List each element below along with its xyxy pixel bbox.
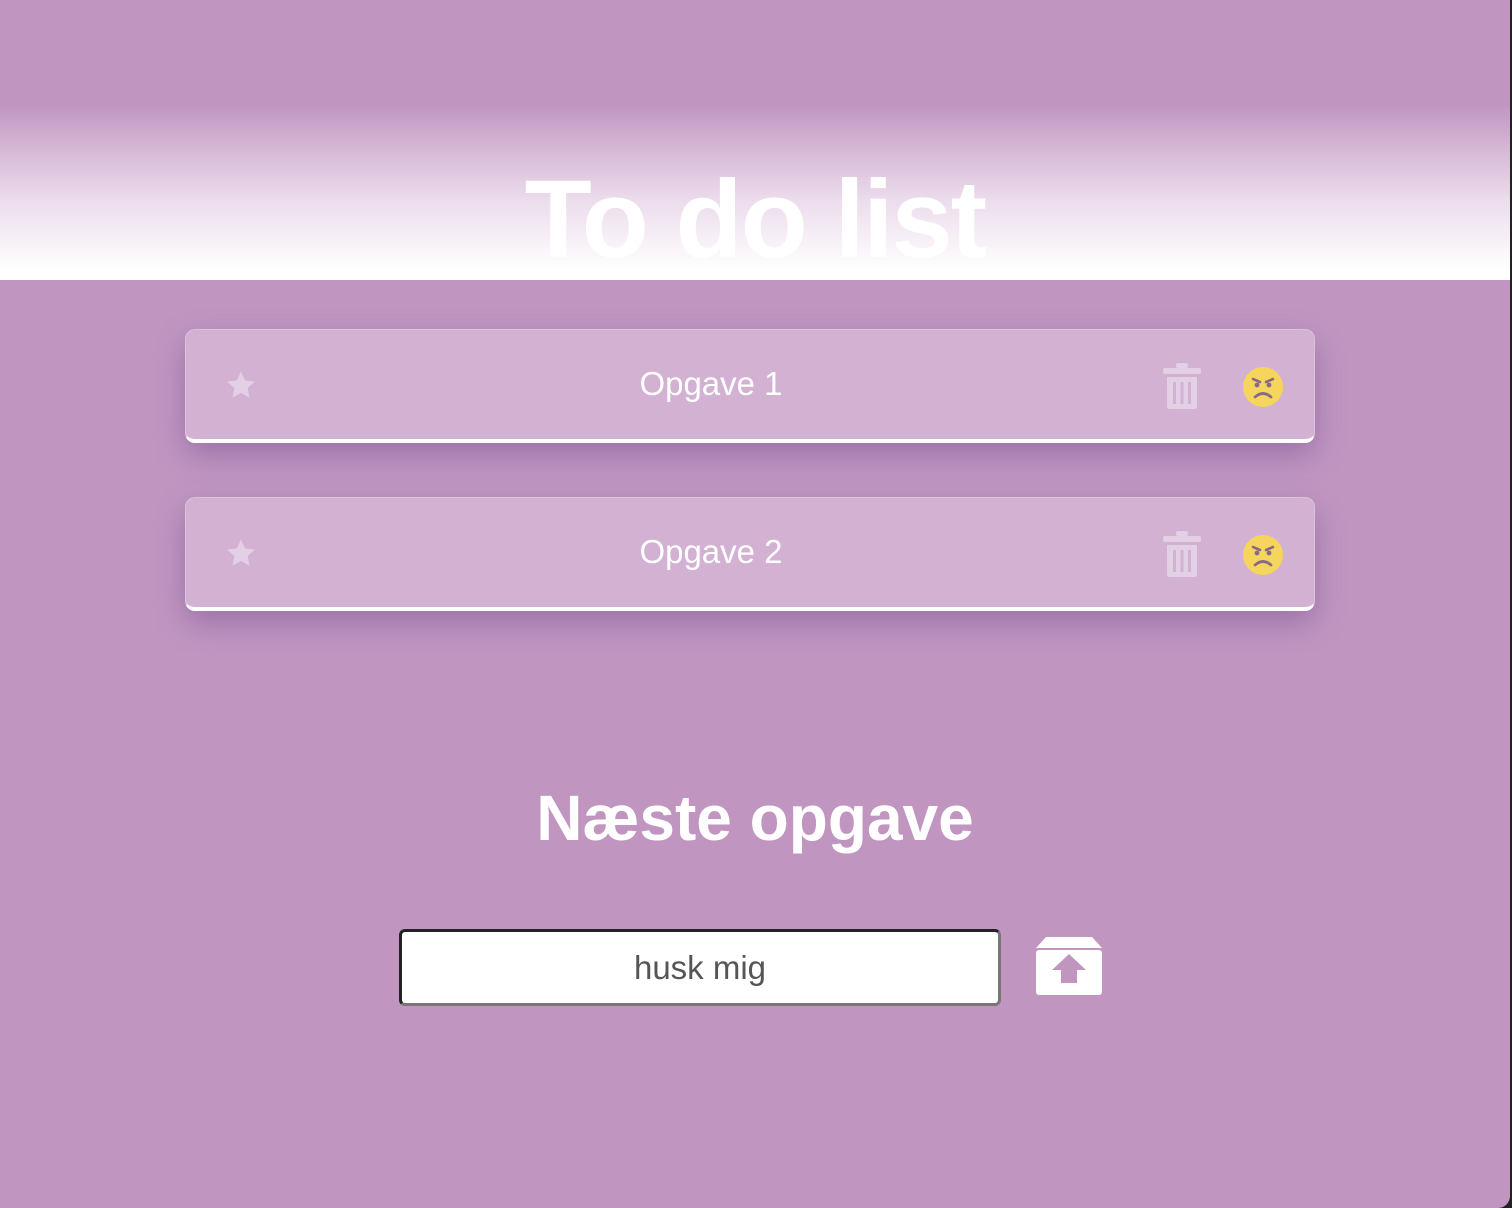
upload-box-icon [1036, 937, 1102, 995]
submit-task-button[interactable] [1034, 936, 1104, 996]
trash-icon[interactable] [1162, 362, 1202, 410]
task-item[interactable]: Opgave 1 [185, 329, 1315, 443]
task-item[interactable]: Opgave 2 [185, 497, 1315, 611]
new-task-input[interactable] [399, 929, 1001, 1006]
header-banner: To do list [0, 0, 1510, 280]
next-task-heading: Næste opgave [536, 782, 974, 854]
trash-icon[interactable] [1162, 530, 1202, 578]
task-label: Opgave 1 [639, 365, 783, 402]
angry-face-icon[interactable] [1242, 366, 1284, 408]
todo-app: To do list Opgave 1 Opgave 2 Næste opgav… [0, 0, 1510, 1208]
page-title: To do list [524, 158, 988, 281]
angry-face-icon[interactable] [1242, 534, 1284, 576]
task-label: Opgave 2 [639, 533, 783, 570]
